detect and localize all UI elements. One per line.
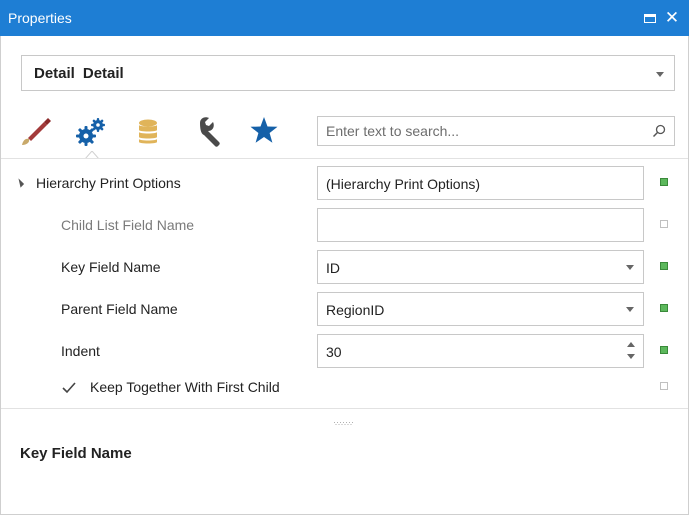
panel-title: Properties [8,10,72,26]
close-panel-icon[interactable]: ✕ [663,9,681,27]
property-row-hierarchy-print-options: Hierarchy Print Options (Hierarchy Print… [0,164,689,204]
brush-icon[interactable] [18,113,54,149]
property-label: Child List Field Name [61,217,195,233]
data-database-icon[interactable] [130,113,166,149]
property-label: Keep Together With First Child [90,379,280,395]
spin-down-icon[interactable] [627,354,635,359]
component-name: Detail [34,65,75,82]
property-modified-marker[interactable] [660,346,668,354]
properties-gears-icon[interactable] [74,113,110,149]
property-row-key-field-name: Key Field Name ID [0,248,689,288]
keep-together-checkbox[interactable] [61,380,77,396]
wrench-icon[interactable] [192,113,228,149]
property-row-indent: Indent 30 [0,332,689,372]
expand-collapse-icon[interactable] [14,178,25,188]
property-label: Indent [61,343,100,359]
component-type: Detail [82,65,124,82]
property-row-keep-together: Keep Together With First Child [0,368,689,408]
property-row-parent-field-name: Parent Field Name RegionID [0,290,689,330]
property-modified-marker[interactable] [660,304,668,312]
property-default-marker[interactable] [660,220,668,228]
property-row-child-list-field-name: Child List Field Name [0,206,689,246]
property-label: Hierarchy Print Options [36,175,181,191]
parent-field-name-dropdown[interactable]: RegionID [317,292,644,326]
grid-top-divider [1,158,688,159]
property-modified-marker[interactable] [660,178,668,186]
chevron-down-icon [626,265,634,270]
key-field-name-dropdown[interactable]: ID [317,250,644,284]
description-divider [1,408,688,409]
panel-title-bar: Properties ✕ [0,0,689,36]
search-icon[interactable] [652,124,666,138]
property-label: Key Field Name [61,259,161,275]
chevron-down-icon [656,72,664,77]
property-label: Parent Field Name [61,301,178,317]
splitter-grip-icon[interactable] [334,422,354,426]
star-icon[interactable] [246,113,282,149]
property-modified-marker[interactable] [660,262,668,270]
search-input[interactable] [318,117,638,145]
description-title: Key Field Name [20,445,132,462]
restore-window-icon[interactable] [641,9,659,27]
child-list-field-name-field[interactable] [317,208,644,242]
chevron-down-icon [626,307,634,312]
indent-spin-editor[interactable]: 30 [317,334,644,368]
hierarchy-print-options-value[interactable]: (Hierarchy Print Options) [317,166,644,200]
property-default-marker[interactable] [660,382,668,390]
property-search-box[interactable] [317,116,675,146]
spin-up-icon[interactable] [627,342,635,347]
component-selector-dropdown[interactable]: Detail Detail [21,55,675,91]
